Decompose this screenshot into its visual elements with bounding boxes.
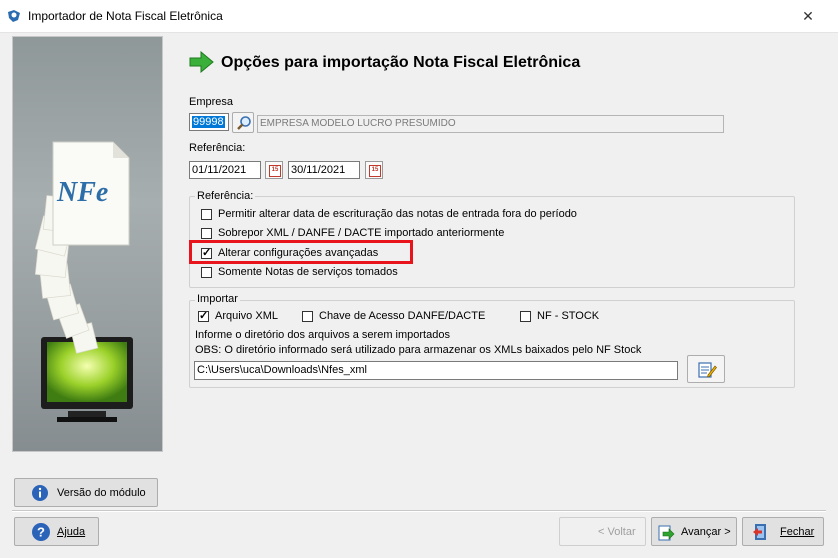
empresa-search-button[interactable] (232, 112, 254, 133)
exit-door-icon (753, 524, 766, 540)
search-icon (237, 116, 251, 130)
start-date-value: 01/11/2021 (192, 164, 247, 176)
end-date-field[interactable]: 30/11/2021 (288, 161, 360, 179)
help-icon: ? (32, 523, 50, 541)
empresa-name-value: EMPRESA MODELO LUCRO PRESUMIDO (260, 118, 456, 129)
next-button[interactable]: Avançar > (651, 517, 737, 546)
empresa-name-field: EMPRESA MODELO LUCRO PRESUMIDO (257, 115, 724, 133)
empresa-label: Empresa (189, 96, 234, 108)
referencia-group-legend: Referência: (195, 190, 256, 202)
edit-folder-icon (698, 362, 717, 378)
end-date-calendar-button[interactable]: 15 (365, 161, 383, 179)
start-date-calendar-button[interactable]: 15 (265, 161, 283, 179)
chave-acesso-label[interactable]: Chave de Acesso DANFE/DACTE (319, 310, 485, 322)
close-window-button[interactable]: ✕ (796, 6, 820, 26)
version-button[interactable]: Versão do módulo (14, 478, 158, 507)
end-date-value: 30/11/2021 (291, 164, 346, 176)
directory-obs-text: OBS: O diretório informado será utilizad… (195, 344, 642, 356)
option-alterar-data-label[interactable]: Permitir alterar data de escrituração da… (218, 208, 577, 220)
window-title: Importador de Nota Fiscal Eletrônica (28, 9, 223, 23)
nf-stock-label[interactable]: NF - STOCK (537, 310, 599, 322)
page-title: Opções para importação Nota Fiscal Eletr… (221, 54, 581, 71)
help-button[interactable]: ? Ajuda (14, 517, 99, 546)
arrow-right-icon (189, 51, 214, 73)
option-alterar-data-checkbox[interactable] (201, 209, 212, 220)
start-date-field[interactable]: 01/11/2021 (189, 161, 261, 179)
next-arrow-icon (658, 525, 675, 541)
nf-stock-checkbox[interactable] (520, 311, 531, 322)
side-banner: NFe (12, 36, 163, 452)
arquivo-xml-label[interactable]: Arquivo XML (215, 310, 278, 322)
option-sobrepor-checkbox[interactable] (201, 228, 212, 239)
empresa-code-value: 99998 (192, 116, 225, 128)
title-bar: Importador de Nota Fiscal Eletrônica ✕ (0, 0, 838, 33)
nfe-logo-text: NFe (57, 177, 109, 208)
importar-group-legend: Importar (195, 293, 240, 305)
close-button[interactable]: Fechar (742, 517, 824, 546)
calendar-icon: 15 (269, 165, 281, 177)
option-servicos-tomados-label[interactable]: Somente Notas de serviços tomados (218, 266, 398, 278)
browse-directory-button[interactable] (687, 355, 725, 383)
back-button[interactable]: < Voltar (559, 517, 646, 546)
svg-text:?: ? (37, 525, 45, 540)
app-icon (8, 10, 20, 22)
empresa-code-field[interactable]: 99998 (189, 113, 229, 131)
directory-path-value: C:\Users\uca\Downloads\Nfes_xml (197, 364, 367, 376)
highlight-box (189, 240, 413, 264)
footer-divider (12, 510, 826, 512)
option-sobrepor-label[interactable]: Sobrepor XML / DANFE / DACTE importado a… (218, 227, 504, 239)
referencia-label: Referência: (189, 142, 246, 154)
calendar-icon: 15 (369, 165, 381, 177)
close-button-label: Fechar (780, 526, 815, 538)
nfe-illustration-icon (34, 141, 133, 422)
directory-info-text: Informe o diretório dos arquivos a serem… (195, 329, 450, 341)
chave-acesso-checkbox[interactable] (302, 311, 313, 322)
arquivo-xml-checkbox[interactable] (198, 309, 209, 322)
info-icon (32, 485, 48, 501)
back-button-label: < Voltar (598, 526, 636, 538)
next-button-label: Avançar > (681, 526, 731, 538)
version-button-label: Versão do módulo (57, 487, 146, 499)
help-button-label: Ajuda (57, 526, 86, 538)
option-servicos-tomados-checkbox[interactable] (201, 267, 212, 278)
directory-path-field[interactable]: C:\Users\uca\Downloads\Nfes_xml (194, 361, 678, 380)
